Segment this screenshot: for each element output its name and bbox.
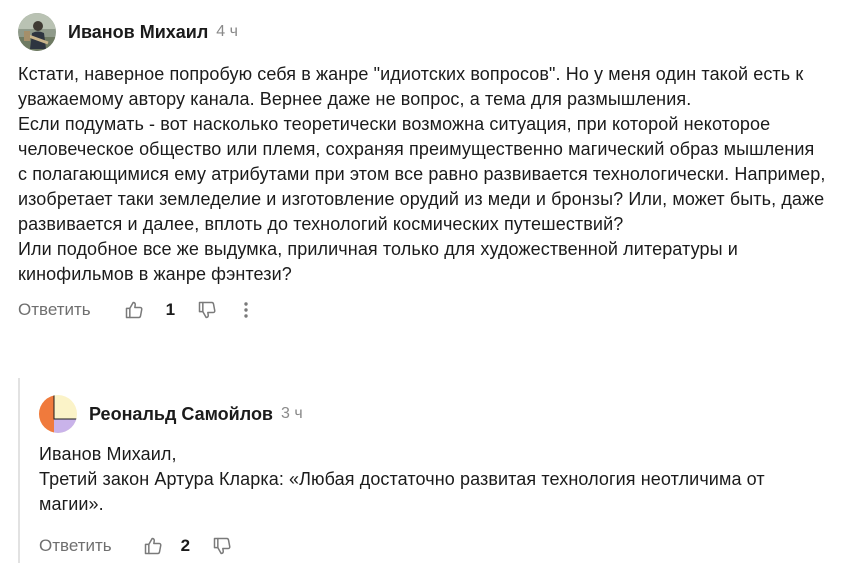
comment-paragraph: Кстати, наверное попробую себя в жанре "…: [18, 64, 804, 109]
thread-line: [18, 378, 20, 563]
reply-paragraph: Третий закон Артура Кларка: «Любая доста…: [39, 469, 765, 514]
author-name[interactable]: Иванов Михаил: [68, 22, 208, 43]
comment-actions: Ответить 1: [18, 295, 828, 325]
reply-comment: Реональд Самойлов 3 ч Иванов Михаил, Тре…: [39, 394, 829, 561]
like-count: 1: [165, 300, 176, 319]
timestamp: 4 ч: [216, 23, 238, 40]
like-count: 2: [180, 536, 191, 555]
comment: Иванов Михаил 4 ч Кстати, наверное попро…: [18, 12, 828, 325]
thumbs-up-icon[interactable]: [124, 300, 144, 320]
comment-paragraph: Если подумать - вот насколько теоретичес…: [18, 114, 826, 234]
thumbs-up-icon[interactable]: [143, 536, 163, 556]
comment-header: Иванов Михаил 4 ч: [18, 12, 828, 52]
reply-text: Иванов Михаил, Третий закон Артура Кларк…: [39, 442, 829, 517]
reply-button[interactable]: Ответить: [39, 536, 112, 556]
reply-actions: Ответить 2: [39, 531, 829, 561]
thumbs-down-icon[interactable]: [212, 536, 232, 556]
avatar[interactable]: [18, 13, 56, 51]
thumbs-down-icon[interactable]: [197, 300, 217, 320]
timestamp: 3 ч: [281, 405, 303, 422]
reply-header: Реональд Самойлов 3 ч: [39, 394, 829, 434]
comment-paragraph: Или подобное все же выдумка, приличная т…: [18, 239, 738, 284]
reply-button[interactable]: Ответить: [18, 300, 91, 320]
avatar[interactable]: [39, 395, 77, 433]
more-vertical-icon[interactable]: [243, 300, 249, 320]
reply-paragraph: Иванов Михаил,: [39, 444, 177, 464]
comment-text: Кстати, наверное попробую себя в жанре "…: [18, 62, 828, 287]
author-name[interactable]: Реональд Самойлов: [89, 404, 273, 425]
